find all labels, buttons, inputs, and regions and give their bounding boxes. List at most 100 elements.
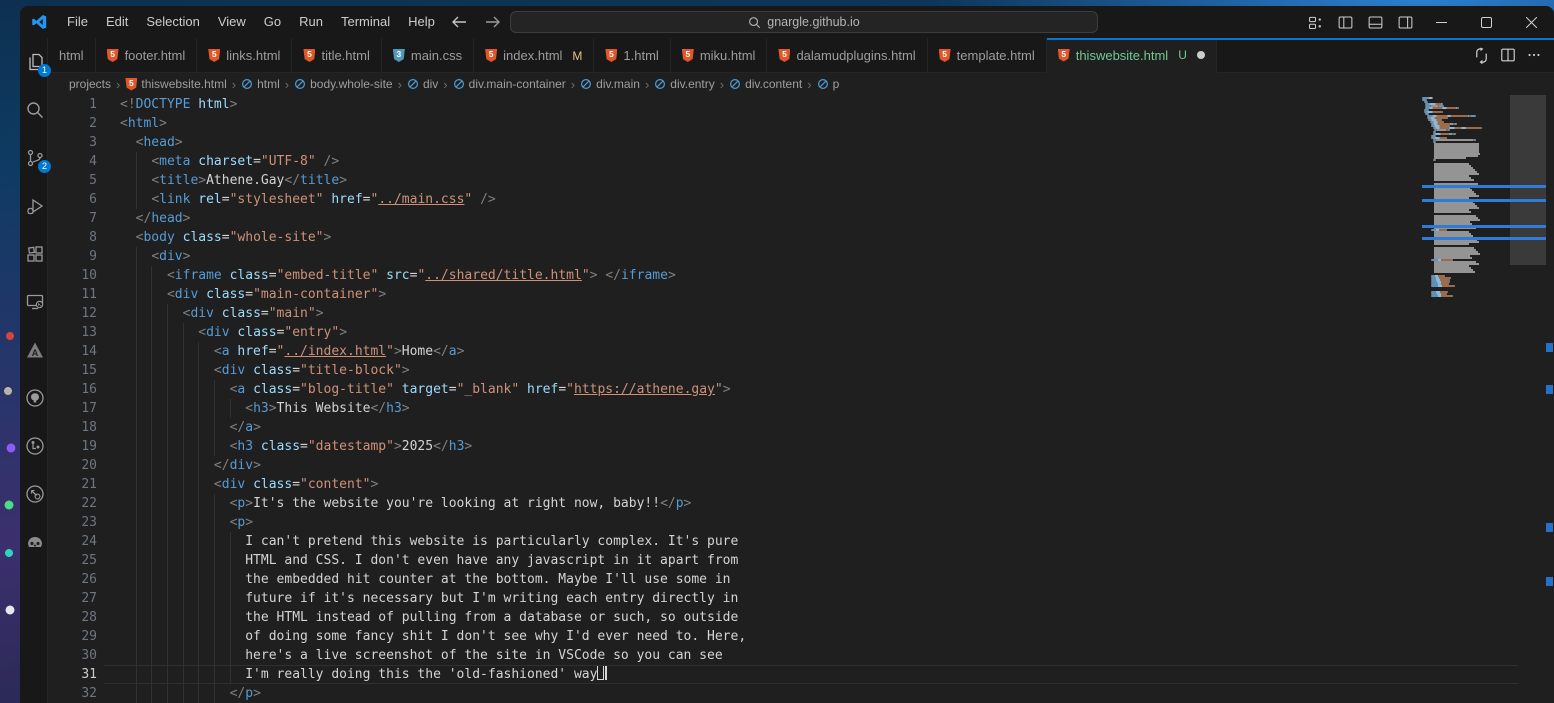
activity-item-run-debug[interactable] bbox=[23, 194, 47, 218]
split-editor-icon[interactable] bbox=[1500, 47, 1516, 63]
code-line-9[interactable]: 9 <div> bbox=[48, 247, 1422, 266]
tab-thiswebsite.html[interactable]: 5thiswebsite.htmlU bbox=[1047, 38, 1217, 73]
menu-item-help[interactable]: Help bbox=[399, 6, 444, 38]
line-number[interactable]: 2 bbox=[48, 114, 97, 133]
tab-main.css[interactable]: 3main.css bbox=[382, 38, 474, 73]
line-number[interactable]: 4 bbox=[48, 152, 97, 171]
line-number[interactable]: 16 bbox=[48, 380, 97, 399]
code-line-15[interactable]: 15 <div class="title-block"> bbox=[48, 361, 1422, 380]
breadcrumb-item-div.content[interactable]: div.content bbox=[728, 77, 803, 91]
line-number[interactable]: 15 bbox=[48, 361, 97, 380]
line-number[interactable]: 5 bbox=[48, 171, 97, 190]
activity-item-extensions[interactable] bbox=[23, 242, 47, 266]
activity-item-git-graph[interactable] bbox=[23, 434, 47, 458]
code-editor[interactable]: 1<!DOCTYPE html>2<html>3 <head>4 <meta c… bbox=[48, 95, 1554, 703]
line-number[interactable]: 11 bbox=[48, 285, 97, 304]
activity-item-godot[interactable] bbox=[23, 530, 47, 554]
breadcrumb-item-html[interactable]: html bbox=[240, 77, 281, 91]
menu-item-file[interactable]: File bbox=[58, 6, 97, 38]
line-number[interactable]: 21 bbox=[48, 475, 97, 494]
line-number[interactable]: 28 bbox=[48, 608, 97, 627]
line-number[interactable]: 31 bbox=[48, 665, 97, 684]
activity-item-search[interactable] bbox=[23, 98, 47, 122]
breadcrumb-item-div.main-container[interactable]: div.main-container bbox=[452, 77, 567, 91]
line-number[interactable]: 32 bbox=[48, 684, 97, 703]
menu-item-run[interactable]: Run bbox=[290, 6, 332, 38]
line-number[interactable]: 30 bbox=[48, 646, 97, 665]
activity-item-extension-a[interactable]: A bbox=[23, 338, 47, 362]
code-line-14[interactable]: 14 <a href="../index.html">Home</a> bbox=[48, 342, 1422, 361]
line-number[interactable]: 10 bbox=[48, 266, 97, 285]
tab-1.html[interactable]: 51.html bbox=[594, 38, 670, 73]
code-line-17[interactable]: 17 <h3>This Website</h3> bbox=[48, 399, 1422, 418]
tab-links.html[interactable]: 5links.html bbox=[197, 38, 292, 73]
code-line-3[interactable]: 3 <head> bbox=[48, 133, 1422, 152]
menu-item-view[interactable]: View bbox=[209, 6, 255, 38]
line-number[interactable]: 7 bbox=[48, 209, 97, 228]
activity-item-github[interactable] bbox=[23, 386, 47, 410]
line-number[interactable]: 8 bbox=[48, 228, 97, 247]
code-line-19[interactable]: 19 <h3 class="datestamp">2025</h3> bbox=[48, 437, 1422, 456]
code-line-22[interactable]: 22 <p>It's the website you're looking at… bbox=[48, 494, 1422, 513]
code-line-5[interactable]: 5 <title>Athene.Gay</title> bbox=[48, 171, 1422, 190]
code-line-1[interactable]: 1<!DOCTYPE html> bbox=[48, 95, 1422, 114]
line-number[interactable]: 6 bbox=[48, 190, 97, 209]
line-number[interactable]: 24 bbox=[48, 532, 97, 551]
open-changes-icon[interactable] bbox=[1473, 47, 1490, 64]
code-line-31[interactable]: 31 I'm really doing this the 'old-fashio… bbox=[48, 665, 1422, 684]
code-area[interactable]: 1<!DOCTYPE html>2<html>3 <head>4 <meta c… bbox=[48, 95, 1422, 703]
code-line-4[interactable]: 4 <meta charset="UTF-8" /> bbox=[48, 152, 1422, 171]
activity-item-source-control[interactable]: 2 bbox=[23, 146, 47, 170]
code-line-8[interactable]: 8 <body class="whole-site"> bbox=[48, 228, 1422, 247]
line-number[interactable]: 1 bbox=[48, 95, 97, 114]
activity-item-remote-explorer[interactable] bbox=[23, 290, 47, 314]
line-number[interactable]: 17 bbox=[48, 399, 97, 418]
code-line-11[interactable]: 11 <div class="main-container"> bbox=[48, 285, 1422, 304]
command-center-search[interactable]: gnargle.github.io bbox=[510, 11, 1098, 33]
maximize-button[interactable] bbox=[1464, 6, 1509, 38]
breadcrumb-item-div.entry[interactable]: div.entry bbox=[653, 77, 715, 91]
code-line-25[interactable]: 25 HTML and CSS. I don't even have any j… bbox=[48, 551, 1422, 570]
forward-arrow-icon[interactable] bbox=[482, 12, 504, 32]
line-number[interactable]: 25 bbox=[48, 551, 97, 570]
line-number[interactable]: 19 bbox=[48, 437, 97, 456]
tab-dalamudplugins.html[interactable]: 5dalamudplugins.html bbox=[767, 38, 927, 73]
line-number[interactable]: 18 bbox=[48, 418, 97, 437]
code-line-2[interactable]: 2<html> bbox=[48, 114, 1422, 133]
menu-item-go[interactable]: Go bbox=[255, 6, 290, 38]
toggle-primary-sidebar-icon[interactable] bbox=[1337, 14, 1354, 31]
code-line-30[interactable]: 30 here's a live screenshot of the site … bbox=[48, 646, 1422, 665]
code-line-29[interactable]: 29 of doing some fancy shit I don't see … bbox=[48, 627, 1422, 646]
line-number[interactable]: 27 bbox=[48, 589, 97, 608]
line-number[interactable]: 26 bbox=[48, 570, 97, 589]
menu-item-selection[interactable]: Selection bbox=[137, 6, 208, 38]
breadcrumb-item-p[interactable]: p bbox=[816, 77, 841, 91]
tab-template.html[interactable]: 5template.html bbox=[928, 38, 1047, 73]
code-line-23[interactable]: 23 <p> bbox=[48, 513, 1422, 532]
customize-layout-icon[interactable] bbox=[1307, 14, 1324, 31]
breadcrumb-item-div.main[interactable]: div.main bbox=[579, 77, 641, 91]
breadcrumb-item-body.whole-site[interactable]: body.whole-site bbox=[293, 77, 394, 91]
code-line-18[interactable]: 18 </a> bbox=[48, 418, 1422, 437]
code-line-13[interactable]: 13 <div class="entry"> bbox=[48, 323, 1422, 342]
code-line-7[interactable]: 7 </head> bbox=[48, 209, 1422, 228]
line-number[interactable]: 23 bbox=[48, 513, 97, 532]
activity-item-explorer[interactable]: 1 bbox=[23, 50, 47, 74]
back-arrow-icon[interactable] bbox=[448, 12, 470, 32]
code-line-27[interactable]: 27 future if it's necessary but I'm writ… bbox=[48, 589, 1422, 608]
line-number[interactable]: 9 bbox=[48, 247, 97, 266]
breadcrumb-item-div[interactable]: div bbox=[406, 77, 439, 91]
line-number[interactable]: 22 bbox=[48, 494, 97, 513]
line-number[interactable]: 12 bbox=[48, 304, 97, 323]
minimize-button[interactable] bbox=[1419, 6, 1464, 38]
toggle-panel-icon[interactable] bbox=[1367, 14, 1384, 31]
breadcrumb-item-thiswebsite.html[interactable]: 5thiswebsite.html bbox=[124, 77, 227, 91]
more-actions-icon[interactable] bbox=[1526, 47, 1542, 63]
code-line-16[interactable]: 16 <a class="blog-title" target="_blank"… bbox=[48, 380, 1422, 399]
code-line-26[interactable]: 26 the embedded hit counter at the botto… bbox=[48, 570, 1422, 589]
tab-footer.html[interactable]: 5footer.html bbox=[96, 38, 198, 73]
line-number[interactable]: 13 bbox=[48, 323, 97, 342]
code-line-12[interactable]: 12 <div class="main"> bbox=[48, 304, 1422, 323]
tab-miku.html[interactable]: 5miku.html bbox=[671, 38, 768, 73]
code-line-21[interactable]: 21 <div class="content"> bbox=[48, 475, 1422, 494]
